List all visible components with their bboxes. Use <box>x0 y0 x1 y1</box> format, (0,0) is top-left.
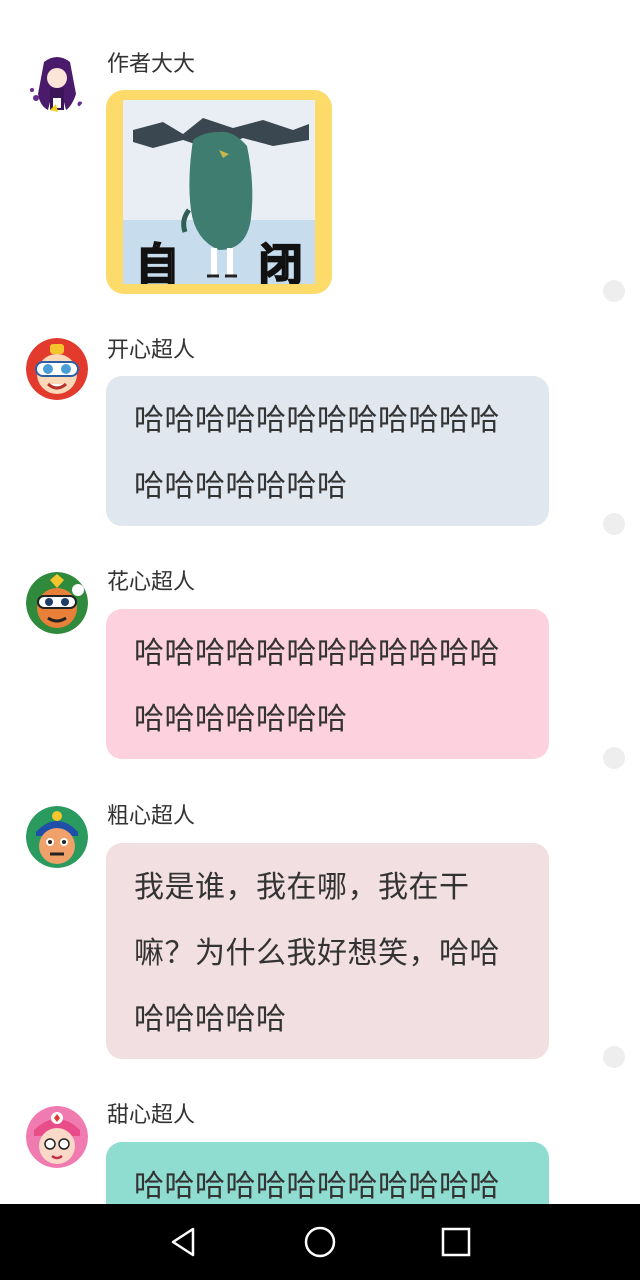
message-item: 花心超人 哈哈哈哈哈哈哈哈哈哈哈哈哈哈哈哈哈哈哈 <box>0 533 640 769</box>
sender-name: 开心超人 <box>107 338 196 363</box>
sender-name: 作者大大 <box>107 52 196 77</box>
careless-superman-avatar-icon[interactable] <box>26 806 88 868</box>
message-item: 作者大大 自 闭 <box>0 0 640 302</box>
sender-name: 甜心超人 <box>107 1103 196 1128</box>
message-item: 粗心超人 我是谁，我在哪，我在干嘛？为什么我好想笑，哈哈哈哈哈哈哈 <box>0 767 640 1068</box>
system-navigation-bar <box>0 1204 640 1280</box>
sticker-image: 自 闭 <box>123 100 315 284</box>
message-bubble[interactable]: 哈哈哈哈哈哈哈哈哈哈哈哈哈哈哈哈哈哈哈 <box>106 609 549 759</box>
flower-superman-avatar-icon[interactable] <box>26 572 88 634</box>
home-icon[interactable] <box>302 1224 338 1260</box>
read-status-dot <box>603 280 625 302</box>
message-bubble[interactable]: 我是谁，我在哪，我在干嘛？为什么我好想笑，哈哈哈哈哈哈哈 <box>106 843 549 1059</box>
message-bubble[interactable]: 哈哈哈哈哈哈哈哈哈哈哈哈哈哈哈哈哈哈哈 <box>106 1142 549 1204</box>
sender-name: 粗心超人 <box>107 804 196 829</box>
happy-superman-avatar-icon[interactable] <box>26 338 88 400</box>
message-bubble[interactable]: 哈哈哈哈哈哈哈哈哈哈哈哈哈哈哈哈哈哈哈 <box>106 376 549 526</box>
message-item: 甜心超人 哈哈哈哈哈哈哈哈哈哈哈哈哈哈哈哈哈哈哈 <box>0 1066 640 1204</box>
chat-screen: 作者大大 自 闭 开心超人 哈哈哈哈哈哈哈哈哈哈哈哈哈哈哈哈哈哈哈 花心超人 哈… <box>0 0 640 1280</box>
read-status-dot <box>603 747 625 769</box>
message-item: 开心超人 哈哈哈哈哈哈哈哈哈哈哈哈哈哈哈哈哈哈哈 <box>0 300 640 535</box>
back-icon[interactable] <box>166 1224 202 1260</box>
sender-name: 花心超人 <box>107 570 196 595</box>
read-status-dot <box>603 1046 625 1068</box>
recents-icon[interactable] <box>438 1224 474 1260</box>
sweet-superman-avatar-icon[interactable] <box>26 1106 88 1168</box>
sticker-caption: 自 闭 <box>134 239 303 284</box>
sad-cartoon-sticker-icon[interactable]: 自 闭 <box>106 90 332 294</box>
read-status-dot <box>603 513 625 535</box>
purple-hair-girl-avatar-icon[interactable] <box>26 54 88 116</box>
